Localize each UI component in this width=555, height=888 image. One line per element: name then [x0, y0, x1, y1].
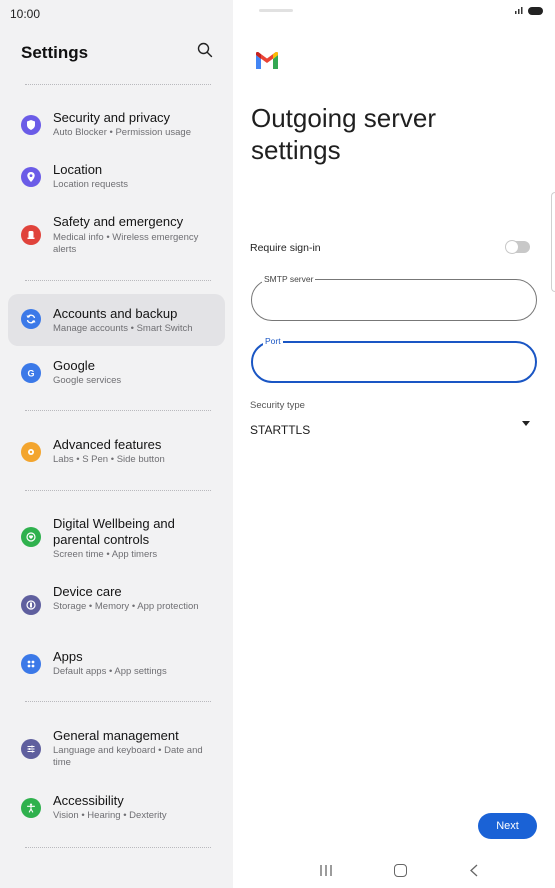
- settings-item-security[interactable]: Security and privacy Auto Blocker • Perm…: [8, 104, 225, 148]
- port-input[interactable]: [267, 355, 517, 373]
- home-icon[interactable]: [394, 864, 407, 877]
- port-label: Port: [263, 336, 283, 346]
- settings-item-subtitle: Language and keyboard • Date and time: [53, 745, 203, 768]
- divider: [25, 847, 211, 848]
- settings-item-label: General management: [53, 728, 179, 743]
- settings-item-location[interactable]: Location Location requests: [8, 156, 225, 200]
- settings-item-subtitle: Labs • S Pen • Side button: [53, 454, 165, 465]
- port-field[interactable]: Port: [251, 336, 537, 383]
- settings-item-safety[interactable]: Safety and emergency Medical info • Wire…: [8, 208, 225, 264]
- emergency-icon: [21, 225, 41, 245]
- security-type-label: Security type: [250, 400, 305, 411]
- settings-item-subtitle: Google services: [53, 375, 122, 386]
- settings-item-accessibility[interactable]: Accessibility Vision • Hearing • Dexteri…: [8, 787, 225, 831]
- settings-item-subtitle: Storage • Memory • App protection: [53, 601, 199, 612]
- settings-item-label: Apps: [53, 649, 83, 664]
- divider: [25, 84, 211, 85]
- divider: [25, 701, 211, 702]
- settings-item-subtitle: Location requests: [53, 179, 128, 190]
- search-button[interactable]: [197, 42, 217, 62]
- settings-item-subtitle: Vision • Hearing • Dexterity: [53, 810, 167, 821]
- settings-item-general[interactable]: General management Language and keyboard…: [8, 722, 225, 778]
- smtp-server-input[interactable]: [266, 292, 516, 310]
- settings-item-label: Accounts and backup: [53, 306, 178, 321]
- settings-item-accounts[interactable]: Accounts and backup Manage accounts • Sm…: [8, 294, 225, 346]
- google-icon: G: [21, 363, 41, 383]
- divider: [25, 280, 211, 281]
- gmail-logo-icon: [256, 52, 278, 69]
- settings-panel: 10:00 Settings Security and privacy Auto…: [0, 0, 233, 888]
- settings-item-label: Safety and emergency: [53, 214, 184, 229]
- require-signin-label: Require sign-in: [250, 242, 321, 254]
- battery-icon: [528, 7, 543, 15]
- settings-item-google[interactable]: G Google Google services: [8, 352, 225, 396]
- back-icon[interactable]: [469, 864, 479, 877]
- settings-item-label: Accessibility: [53, 793, 124, 808]
- apps-grid-icon: [21, 654, 41, 674]
- next-button[interactable]: Next: [478, 813, 537, 839]
- sliders-icon: [21, 739, 41, 759]
- signal-icon: [515, 7, 523, 14]
- edge-panel-handle[interactable]: [551, 192, 555, 292]
- settings-item-label: Google: [53, 358, 95, 373]
- settings-item-label: Device care: [53, 584, 122, 599]
- smtp-server-label: SMTP server: [262, 274, 316, 284]
- sync-icon: [21, 309, 41, 329]
- settings-item-label: Advanced features: [53, 437, 162, 452]
- settings-item-subtitle: Medical info • Wireless emergency alerts: [53, 232, 199, 255]
- smtp-server-field[interactable]: SMTP server: [251, 274, 537, 321]
- dropdown-arrow-icon[interactable]: [522, 421, 530, 426]
- settings-item-apps[interactable]: Apps Default apps • App settings: [8, 643, 225, 687]
- settings-item-wellbeing[interactable]: Digital Wellbeing and parental controls …: [8, 510, 225, 566]
- status-time: 10:00: [10, 7, 41, 21]
- settings-item-subtitle: Default apps • App settings: [53, 666, 167, 677]
- toggle-knob: [505, 240, 519, 254]
- security-type-select[interactable]: STARTTLS: [250, 423, 310, 437]
- gear-plus-icon: [21, 442, 41, 462]
- email-setup-panel: Outgoing server settings Require sign-in…: [233, 0, 555, 888]
- settings-item-devicecare[interactable]: Device care Storage • Memory • App prote…: [8, 578, 225, 634]
- settings-item-subtitle: Manage accounts • Smart Switch: [53, 323, 193, 334]
- settings-item-label: Security and privacy: [53, 110, 171, 125]
- svg-text:G: G: [27, 368, 34, 378]
- recent-apps-icon[interactable]: [319, 864, 333, 877]
- search-icon: [197, 42, 213, 58]
- shield-icon: [21, 115, 41, 135]
- location-pin-icon: [21, 167, 41, 187]
- page-title: Outgoing server settings: [251, 103, 436, 165]
- divider: [25, 490, 211, 491]
- settings-item-label: Location: [53, 162, 103, 177]
- accessibility-icon: [21, 798, 41, 818]
- heart-circle-icon: [21, 527, 41, 547]
- settings-item-label: Digital Wellbeing and parental controls: [53, 516, 175, 547]
- settings-item-subtitle: Auto Blocker • Permission usage: [53, 127, 191, 138]
- drag-handle: [259, 9, 293, 12]
- device-care-icon: [21, 595, 41, 615]
- settings-title: Settings: [21, 43, 89, 62]
- require-signin-toggle[interactable]: [505, 240, 530, 254]
- divider: [25, 410, 211, 411]
- settings-item-advanced[interactable]: Advanced features Labs • S Pen • Side bu…: [8, 431, 225, 475]
- settings-item-subtitle: Screen time • App timers: [53, 549, 158, 560]
